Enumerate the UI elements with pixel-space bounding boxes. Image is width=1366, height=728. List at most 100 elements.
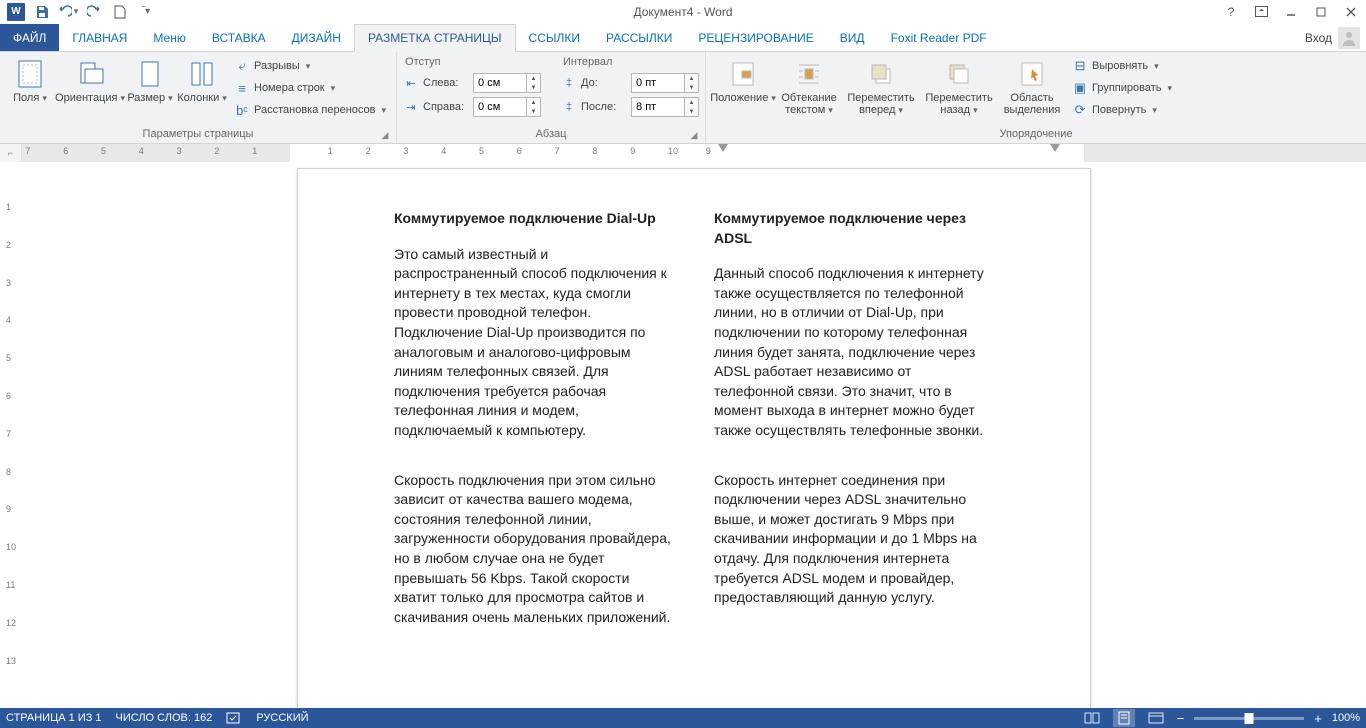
status-page[interactable]: СТРАНИЦА 1 ИЗ 1 (6, 712, 102, 724)
tab-design[interactable]: ДИЗАЙН (279, 24, 354, 51)
close-button[interactable] (1336, 1, 1366, 23)
tab-view[interactable]: ВИД (827, 24, 878, 51)
ruler-corner[interactable]: ⌐ (0, 144, 22, 162)
column-1: Коммутируемое подключение Dial-Up Это са… (394, 209, 674, 657)
qat-customize[interactable]: ‾▾ (134, 1, 158, 23)
col1-para2: Скорость подключения при этом сильно зав… (394, 471, 674, 628)
page-setup-launcher[interactable]: ◢ (378, 128, 392, 142)
tab-insert[interactable]: ВСТАВКА (199, 24, 279, 51)
columns-icon (186, 58, 218, 90)
tab-review[interactable]: РЕЦЕНЗИРОВАНИЕ (685, 24, 826, 51)
tab-mailings[interactable]: РАССЫЛКИ (593, 24, 685, 51)
group-arrange-label: Упорядочение (1000, 128, 1073, 140)
col1-heading: Коммутируемое подключение Dial-Up (394, 209, 674, 229)
status-language[interactable]: РУССКИЙ (256, 712, 308, 724)
group-icon: ▣ (1072, 80, 1088, 96)
col2-para2: Скорость интернет соединения при подключ… (714, 471, 994, 608)
signin-label[interactable]: Вход (1305, 31, 1332, 45)
spacing-before-input[interactable] (631, 73, 685, 93)
tab-layout[interactable]: РАЗМЕТКА СТРАНИЦЫ (354, 24, 516, 52)
line-numbers-button[interactable]: ≡Номера строк (230, 78, 390, 98)
col2-heading: Коммутируемое подключение через ADSL (714, 209, 994, 248)
selection-pane-button[interactable]: Область выделения (1000, 54, 1064, 116)
margins-icon (14, 58, 46, 90)
tab-home[interactable]: ГЛАВНАЯ (59, 24, 140, 51)
qat-undo[interactable] (56, 1, 80, 23)
align-icon: ⊟ (1072, 58, 1088, 74)
col1-para1: Это самый известный и распространенный с… (394, 245, 674, 441)
spin-up[interactable]: ▲ (527, 98, 540, 107)
status-bar: СТРАНИЦА 1 ИЗ 1 ЧИСЛО СЛОВ: 162 РУССКИЙ … (0, 708, 1366, 728)
orientation-button[interactable]: Ориентация (58, 54, 122, 104)
tab-menu[interactable]: Меню (140, 24, 198, 51)
position-icon (727, 58, 759, 90)
indent-left-input[interactable] (473, 73, 527, 93)
spin-down[interactable]: ▼ (527, 83, 540, 92)
indent-right-input[interactable] (473, 97, 527, 117)
send-backward-icon (943, 58, 975, 90)
size-icon (134, 58, 166, 90)
align-button[interactable]: ⊟Выровнять (1068, 56, 1176, 76)
spin-down[interactable]: ▼ (685, 83, 698, 92)
paragraph-launcher[interactable]: ◢ (687, 128, 701, 142)
selection-pane-icon (1016, 58, 1048, 90)
spacing-after-input[interactable] (631, 97, 685, 117)
group-objects-button[interactable]: ▣Группировать (1068, 78, 1176, 98)
spin-down[interactable]: ▼ (685, 107, 698, 116)
position-button[interactable]: Положение (712, 54, 774, 104)
line-numbers-icon: ≡ (234, 80, 250, 96)
window-title: Документ4 - Word (633, 5, 732, 19)
wrap-text-button[interactable]: Обтекание текстом (778, 54, 840, 116)
qat-new[interactable] (108, 1, 132, 23)
document-scroll[interactable]: Коммутируемое подключение Dial-Up Это са… (22, 162, 1366, 708)
tab-foxit[interactable]: Foxit Reader PDF (878, 24, 1000, 51)
view-read-mode[interactable] (1081, 709, 1103, 727)
spin-up[interactable]: ▲ (685, 74, 698, 83)
hyphenation-icon: bᶜ (234, 102, 250, 118)
columns-button[interactable]: Колонки (178, 54, 226, 104)
ribbon: Поля Ориентация Размер Колонки ⤶Разрывы … (0, 52, 1366, 144)
spin-up[interactable]: ▲ (685, 98, 698, 107)
spin-down[interactable]: ▼ (527, 107, 540, 116)
status-words[interactable]: ЧИСЛО СЛОВ: 162 (116, 712, 213, 724)
bring-forward-button[interactable]: Переместить вперед (844, 54, 918, 116)
zoom-value[interactable]: 100% (1332, 712, 1360, 724)
indent-left-icon: ⇤ (403, 77, 419, 90)
ribbon-tabs: ФАЙЛ ГЛАВНАЯ Меню ВСТАВКА ДИЗАЙН РАЗМЕТК… (0, 24, 1366, 52)
zoom-in[interactable]: + (1314, 711, 1322, 726)
zoom-slider[interactable] (1194, 717, 1304, 720)
spacing-before-label: До: (581, 77, 627, 89)
group-paragraph-label: Абзац (536, 128, 567, 140)
zoom-out[interactable]: − (1177, 711, 1185, 726)
view-web-layout[interactable] (1145, 709, 1167, 727)
indent-right-label: Справа: (423, 101, 469, 113)
rotate-icon: ⟳ (1072, 102, 1088, 118)
qat-redo[interactable] (82, 1, 106, 23)
rotate-button[interactable]: ⟳Повернуть (1068, 100, 1176, 120)
qat-save[interactable] (30, 1, 54, 23)
indent-left-label: Слева: (423, 77, 469, 89)
status-proofing-icon[interactable] (226, 711, 242, 725)
horizontal-ruler[interactable]: 1110987654321123456789109 (22, 144, 1366, 162)
view-print-layout[interactable] (1113, 709, 1135, 727)
margins-button[interactable]: Поля (6, 54, 54, 104)
tab-file[interactable]: ФАЙЛ (0, 24, 59, 51)
size-button[interactable]: Размер (126, 54, 174, 104)
minimize-button[interactable] (1276, 1, 1306, 23)
tab-references[interactable]: ССЫЛКИ (516, 24, 593, 51)
vertical-ruler[interactable]: 12345678910111213 (0, 162, 22, 708)
wrap-text-icon (793, 58, 825, 90)
orientation-icon (74, 58, 106, 90)
maximize-button[interactable] (1306, 1, 1336, 23)
spin-up[interactable]: ▲ (527, 74, 540, 83)
document-page[interactable]: Коммутируемое подключение Dial-Up Это са… (297, 168, 1091, 708)
help-button[interactable]: ? (1216, 1, 1246, 23)
col2-para1: Данный способ подключения к интернету та… (714, 264, 994, 440)
ribbon-display-options[interactable] (1246, 1, 1276, 23)
indent-right-icon: ⇥ (403, 101, 419, 114)
breaks-button[interactable]: ⤶Разрывы (230, 56, 390, 76)
user-avatar-icon[interactable] (1338, 27, 1360, 49)
hyphenation-button[interactable]: bᶜРасстановка переносов (230, 100, 390, 120)
word-app-icon: W (4, 1, 28, 23)
send-backward-button[interactable]: Переместить назад (922, 54, 996, 116)
